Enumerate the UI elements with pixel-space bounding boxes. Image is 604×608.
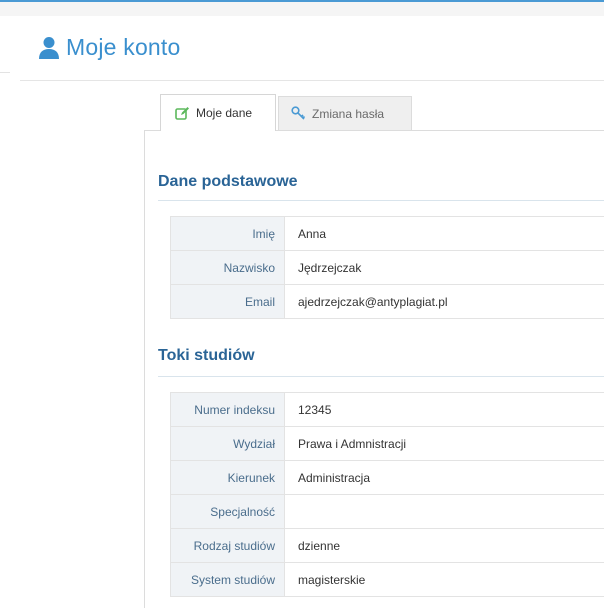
row-value: dzienne: [284, 528, 604, 563]
row-value: ajedrzejczak@antyplagiat.pl: [284, 284, 604, 319]
row-label: Imię: [170, 216, 285, 251]
user-icon: [39, 36, 59, 59]
table-row: System studiów magisterskie: [170, 562, 604, 597]
row-label: Wydział: [170, 426, 285, 461]
tab-label: Zmiana hasła: [312, 106, 385, 121]
section-divider-basic: [158, 200, 604, 201]
row-value: magisterskie: [284, 562, 604, 597]
top-bar: [0, 0, 604, 16]
table-row: Nazwisko Jędrzejczak: [170, 250, 604, 285]
left-divider: [0, 72, 10, 73]
row-value: Prawa i Admnistracji: [284, 426, 604, 461]
table-row: Specjalność: [170, 494, 604, 529]
row-value: Administracja: [284, 460, 604, 495]
table-row: Wydział Prawa i Admnistracji: [170, 426, 604, 461]
table-row: Numer indeksu 12345: [170, 392, 604, 427]
row-label: Kierunek: [170, 460, 285, 495]
section-divider-studies: [158, 376, 604, 377]
section-title-basic: Dane podstawowe: [158, 173, 298, 190]
table-row: Imię Anna: [170, 216, 604, 251]
row-label: Specjalność: [170, 494, 285, 529]
row-value: Jędrzejczak: [284, 250, 604, 285]
row-value: Anna: [284, 216, 604, 251]
edit-icon: [175, 106, 189, 120]
page: Moje konto Moje dane Zmiana hasła Dane p…: [0, 0, 604, 608]
row-label: Nazwisko: [170, 250, 285, 285]
table-row: Kierunek Administracja: [170, 460, 604, 495]
row-label: Email: [170, 284, 285, 319]
tab-zmiana-hasla[interactable]: Zmiana hasła: [278, 96, 412, 130]
studies-info-table: Numer indeksu 12345 Wydział Prawa i Admn…: [170, 392, 604, 597]
key-icon: [291, 106, 306, 120]
header-divider: [20, 80, 604, 81]
row-value: 12345: [284, 392, 604, 427]
row-label: System studiów: [170, 562, 285, 597]
basic-info-table: Imię Anna Nazwisko Jędrzejczak Email aje…: [170, 216, 604, 319]
section-title-studies: Toki studiów: [158, 347, 255, 364]
tab-moje-dane[interactable]: Moje dane: [160, 94, 276, 131]
row-label: Numer indeksu: [170, 392, 285, 427]
page-title: Moje konto: [66, 34, 181, 60]
tab-label: Moje dane: [196, 106, 253, 120]
table-row: Rodzaj studiów dzienne: [170, 528, 604, 563]
row-label: Rodzaj studiów: [170, 528, 285, 563]
page-header: Moje konto: [38, 34, 181, 61]
row-value: [284, 494, 604, 529]
table-row: Email ajedrzejczak@antyplagiat.pl: [170, 284, 604, 319]
